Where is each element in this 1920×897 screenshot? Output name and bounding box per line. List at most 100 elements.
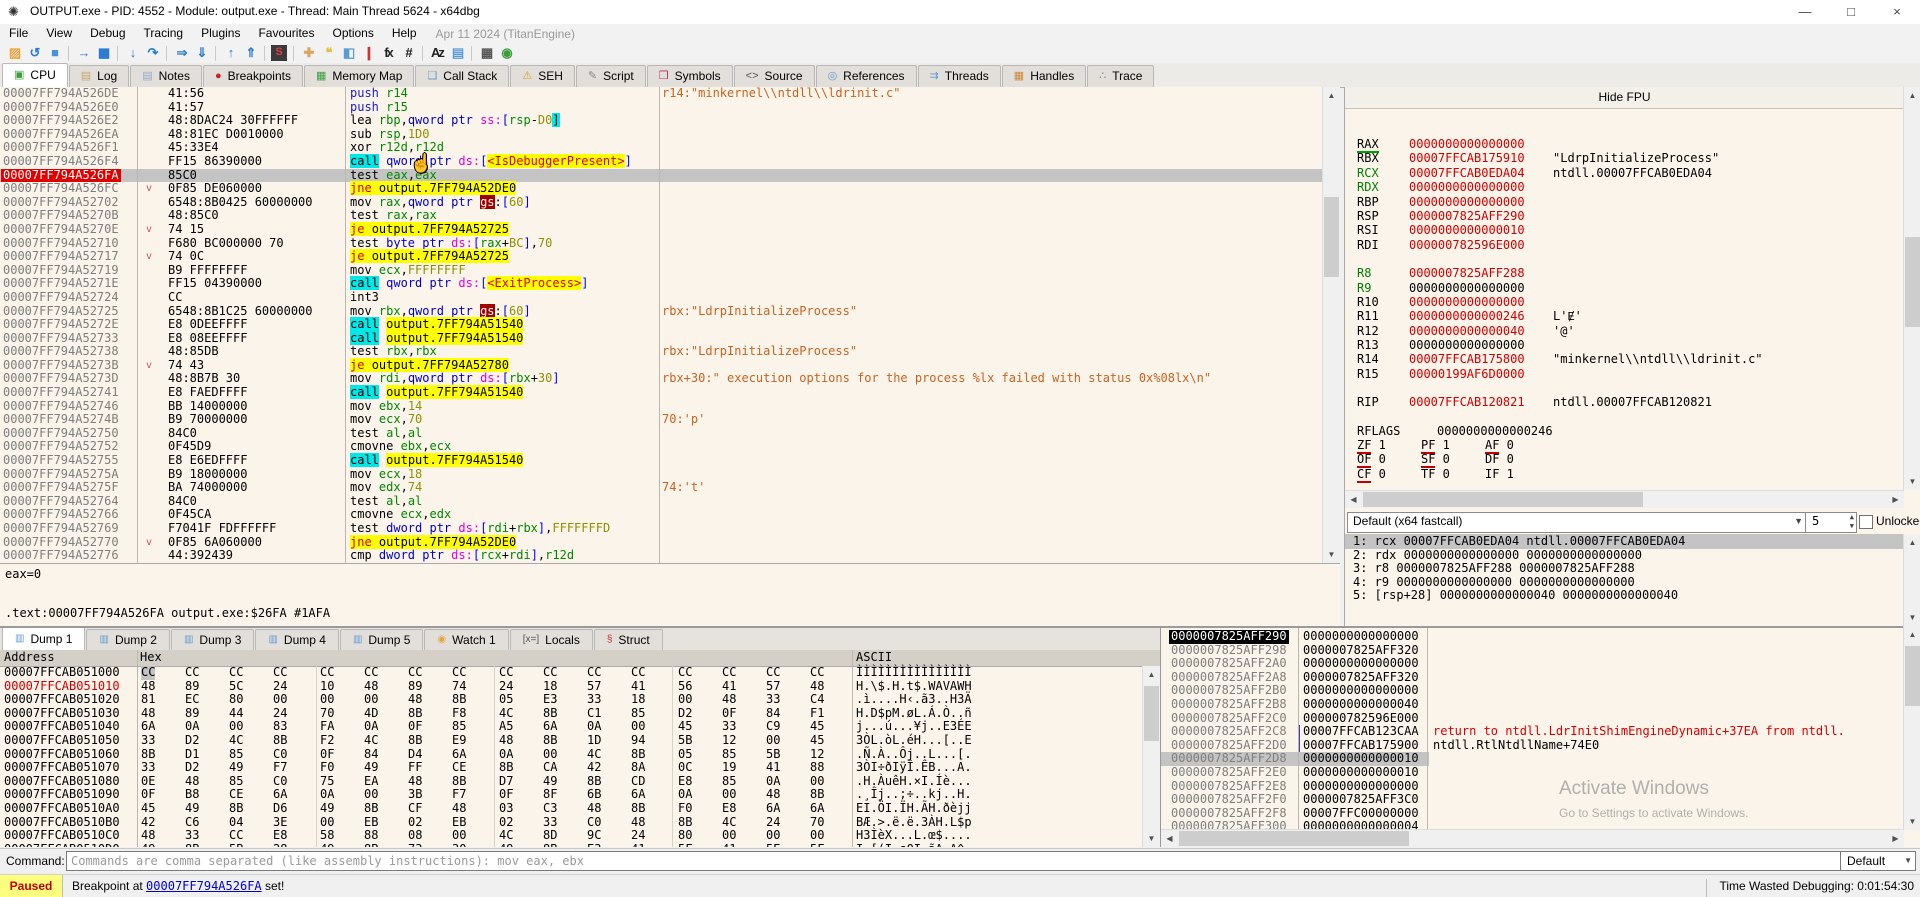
hex-byte[interactable]: 24 xyxy=(273,707,287,721)
dump-row[interactable]: 00007FFCAB05103048894424704D8BF84C8BC185… xyxy=(0,707,1160,721)
disasm-row[interactable]: 00007FF794A526DE41:56push r14r14:"minker… xyxy=(0,87,1340,101)
argument-row[interactable]: 5: [rsp+28] 0000000000000040 00000000000… xyxy=(1345,589,1904,603)
scrollbar-thumb[interactable] xyxy=(1179,831,1409,846)
disasm-row[interactable]: 00007FF794A526FCv0F85 DE060000jne output… xyxy=(0,182,1340,196)
stack-row[interactable]: 0000007825AFF2A80000007825AFF320 xyxy=(1161,671,1920,685)
argument-row[interactable]: 3: r8 0000007825AFF288 0000007825AFF288 xyxy=(1345,562,1904,576)
stack-row[interactable]: 0000007825AFF2C0000000782596E000 xyxy=(1161,712,1920,726)
flag-cf[interactable]: CF 0 xyxy=(1357,467,1386,481)
hex-byte[interactable]: 49 xyxy=(543,775,557,789)
hex-byte[interactable]: 0F xyxy=(408,720,422,734)
hex-byte[interactable]: 80 xyxy=(229,693,243,707)
tab-dump-3[interactable]: ▥Dump 3 xyxy=(171,629,254,650)
disasm-row[interactable]: 00007FF794A5273Bv74 43je output.7FF794A5… xyxy=(0,359,1340,373)
case-icon[interactable]: Az xyxy=(427,44,447,62)
hex-byte[interactable]: D7 xyxy=(499,775,513,789)
arguments-scrollbar[interactable]: ▲ ▼ xyxy=(1903,534,1920,626)
hex-byte[interactable]: EC xyxy=(185,693,199,707)
disasm-row[interactable]: 00007FF794A5275FBA 74000000mov edx,7474:… xyxy=(0,481,1340,495)
hex-byte[interactable]: 00 xyxy=(631,720,645,734)
disasm-row[interactable]: 00007FF794A527026548:8B0425 60000000mov … xyxy=(0,196,1340,210)
disasm-row[interactable]: 00007FF794A52733E8 08EEFFFFcall output.7… xyxy=(0,332,1340,346)
argument-row[interactable]: 1: rcx 00007FFCAB0EDA04 ntdll.00007FFCAB… xyxy=(1345,535,1904,549)
hex-byte[interactable]: 45 xyxy=(810,720,824,734)
hex-byte[interactable]: 45 xyxy=(810,734,824,748)
hide-fpu-button[interactable]: Hide FPU xyxy=(1345,87,1904,109)
hex-byte[interactable]: E8 xyxy=(722,802,736,816)
minimize-button[interactable]: — xyxy=(1782,0,1828,24)
hex-byte[interactable]: 70 xyxy=(320,707,334,721)
tab-trace[interactable]: ∴Trace xyxy=(1087,65,1154,87)
scroll-right-icon[interactable]: ▶ xyxy=(1887,491,1904,508)
hex-byte[interactable]: 5F xyxy=(678,843,692,847)
hex-byte[interactable]: CC xyxy=(452,666,466,680)
stack-row[interactable]: 0000007825AFF2C800007FFCAB123CAAreturn t… xyxy=(1161,725,1920,739)
hex-byte[interactable]: 4C xyxy=(587,748,601,762)
registers-horizontal-scrollbar[interactable]: ◀ ▶ xyxy=(1345,490,1904,508)
hex-byte[interactable]: CF xyxy=(408,802,422,816)
hex-byte[interactable]: 00 xyxy=(229,720,243,734)
argument-row[interactable]: 4: r9 0000000000000000 0000000000000000 xyxy=(1345,576,1904,590)
hex-byte[interactable]: 33 xyxy=(587,693,601,707)
flag-sf[interactable]: SF 0 xyxy=(1421,452,1450,466)
hex-byte[interactable]: 85 xyxy=(229,775,243,789)
hex-byte[interactable]: 8B xyxy=(185,843,199,847)
register-row-rbp[interactable]: RBP0000000000000000 xyxy=(1345,195,1904,209)
hex-byte[interactable]: 48 xyxy=(631,816,645,830)
scrollbar-thumb[interactable] xyxy=(1363,492,1643,507)
hex-byte[interactable]: 5F xyxy=(810,843,824,847)
stack-row[interactable]: 0000007825AFF2980000007825AFF320 xyxy=(1161,644,1920,658)
hex-byte[interactable]: E3 xyxy=(587,843,601,847)
hex-byte[interactable]: 48 xyxy=(499,734,513,748)
tab-watch-1[interactable]: ◉Watch 1 xyxy=(424,629,508,650)
register-row-r14[interactable]: R1400007FFCAB175800"minkernel\\ntdll\\ld… xyxy=(1345,352,1904,366)
hex-byte[interactable]: 8F xyxy=(543,788,557,802)
hex-byte[interactable]: 10 xyxy=(320,680,334,694)
hex-byte[interactable]: 18 xyxy=(631,693,645,707)
hex-byte[interactable]: 33 xyxy=(185,829,199,843)
hex-byte[interactable]: 6A xyxy=(452,748,466,762)
dump-row[interactable]: 00007FFCAB05107033D249F7F049FFCE8BCA428A… xyxy=(0,761,1160,775)
hex-byte[interactable]: C6 xyxy=(185,816,199,830)
scroll-up-icon[interactable]: ▲ xyxy=(1904,626,1920,643)
hex-byte[interactable]: 24 xyxy=(766,816,780,830)
hex-byte[interactable]: 48 xyxy=(766,788,780,802)
hex-byte[interactable]: C1 xyxy=(587,707,601,721)
stack-row[interactable]: 0000007825AFF2B80000000000000040 xyxy=(1161,698,1920,712)
hex-byte[interactable]: 48 xyxy=(185,775,199,789)
disasm-row[interactable]: 00007FF794A52746BB 14000000mov ebx,14 xyxy=(0,400,1340,414)
dump-row[interactable]: 00007FFCAB051000CCCCCCCCCCCCCCCCCCCCCCCC… xyxy=(0,666,1160,680)
hex-byte[interactable]: 6A xyxy=(273,788,287,802)
hex-byte[interactable]: 30 xyxy=(452,843,466,847)
hex-byte[interactable]: CC xyxy=(141,666,155,680)
hex-byte[interactable]: 48 xyxy=(141,680,155,694)
argument-count-stepper[interactable]: 5 ▲▼ xyxy=(1805,512,1857,533)
hex-byte[interactable]: 08 xyxy=(408,829,422,843)
hex-byte[interactable]: 85 xyxy=(229,748,243,762)
hex-byte[interactable]: D2 xyxy=(678,707,692,721)
disasm-row[interactable]: 00007FF794A52770v0F85 6A060000jne output… xyxy=(0,536,1340,550)
dump-row[interactable]: 00007FFCAB0510900FB8CE6A0A003BF70F8F6B6A… xyxy=(0,788,1160,802)
hex-byte[interactable]: 85 xyxy=(722,748,736,762)
hex-byte[interactable]: 6B xyxy=(587,788,601,802)
maximize-button[interactable]: □ xyxy=(1828,0,1874,24)
hex-byte[interactable]: 5B xyxy=(766,748,780,762)
scroll-down-icon[interactable]: ▼ xyxy=(1904,813,1920,830)
hex-byte[interactable]: D2 xyxy=(185,761,199,775)
scroll-down-icon[interactable]: ▼ xyxy=(1143,830,1160,847)
hex-byte[interactable]: 8B xyxy=(631,802,645,816)
tab-locals[interactable]: [x=]Locals xyxy=(510,629,593,650)
disasm-row[interactable]: 00007FF794A52717v74 0Cje output.7FF794A5… xyxy=(0,250,1340,264)
hex-byte[interactable]: 48 xyxy=(810,680,824,694)
hex-byte[interactable]: 04 xyxy=(229,816,243,830)
hex-byte[interactable]: 05 xyxy=(678,748,692,762)
hex-byte[interactable]: 49 xyxy=(320,843,334,847)
hex-byte[interactable]: 8B xyxy=(587,775,601,789)
hex-byte[interactable]: 00 xyxy=(810,775,824,789)
hex-byte[interactable]: 58 xyxy=(320,829,334,843)
disasm-row[interactable]: 00007FF794A527660F45CAcmovne ecx,edx xyxy=(0,508,1340,522)
tab-dump-2[interactable]: ▥Dump 2 xyxy=(86,629,169,650)
tab-dump-1[interactable]: ▥Dump 1 xyxy=(2,626,85,650)
calling-convention-dropdown[interactable]: Default (x64 fastcall) ▼ xyxy=(1347,512,1808,533)
disasm-row[interactable]: 00007FF794A526E041:57push r15 xyxy=(0,101,1340,115)
